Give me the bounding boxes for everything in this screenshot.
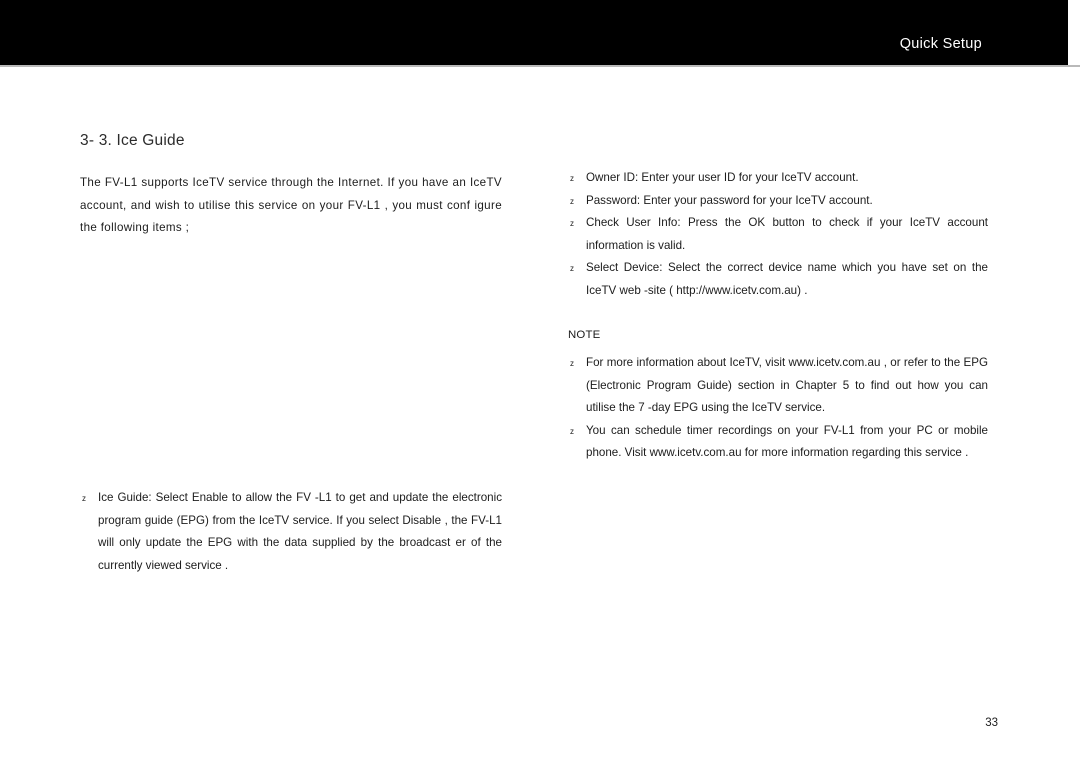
bullet-marker-icon: z — [570, 196, 574, 206]
list-item: z Password: Enter your password for your… — [568, 190, 988, 213]
list-item-text: You can schedule timer recordings on you… — [586, 423, 988, 460]
settings-bullet-list: z Owner ID: Enter your user ID for your … — [568, 167, 988, 302]
list-item-text: For more information about IceTV, visit … — [586, 356, 988, 414]
list-item: z Owner ID: Enter your user ID for your … — [568, 167, 988, 190]
list-item: z Select Device: Select the correct devi… — [568, 257, 988, 302]
right-column: z Owner ID: Enter your user ID for your … — [568, 167, 988, 302]
bullet-marker-icon: z — [82, 494, 86, 503]
list-item: z Check User Info: Press the OK button t… — [568, 212, 988, 257]
list-item: z Ice Guide: Select Enable to allow the … — [80, 487, 502, 577]
list-item-text: Check User Info: Press the OK button to … — [586, 216, 988, 252]
list-item-text: Ice Guide: Select Enable to allow the FV… — [98, 491, 502, 572]
left-column-bullets: z Ice Guide: Select Enable to allow the … — [80, 487, 502, 577]
bullet-marker-icon: z — [570, 359, 574, 368]
page-number: 33 — [985, 717, 998, 729]
list-item: z You can schedule timer recordings on y… — [568, 420, 988, 465]
page-header-band: Quick Setup — [0, 0, 1068, 65]
list-item-text: Select Device: Select the correct device… — [586, 261, 988, 297]
list-item-text: Owner ID: Enter your user ID for your Ic… — [586, 171, 859, 184]
note-bullet-list: z For more information about IceTV, visi… — [568, 352, 988, 465]
page-content: 3- 3. Ice Guide The FV-L1 supports IceTV… — [0, 67, 1080, 759]
ice-guide-bullet-list: z Ice Guide: Select Enable to allow the … — [80, 487, 502, 577]
bullet-marker-icon: z — [570, 174, 574, 183]
page-header-title: Quick Setup — [899, 36, 982, 52]
section-heading: 3- 3. Ice Guide — [80, 132, 185, 149]
bullet-marker-icon: z — [570, 426, 574, 436]
bullet-marker-icon: z — [570, 219, 574, 228]
note-label: NOTE — [568, 329, 601, 341]
list-item-text: Password: Enter your password for your I… — [586, 193, 873, 207]
bullet-marker-icon: z — [570, 264, 574, 273]
intro-paragraph: The FV-L1 supports IceTV service through… — [80, 176, 502, 234]
note-block: z For more information about IceTV, visi… — [568, 352, 988, 465]
list-item: z For more information about IceTV, visi… — [568, 352, 988, 420]
left-column: The FV-L1 supports IceTV service through… — [80, 172, 502, 240]
